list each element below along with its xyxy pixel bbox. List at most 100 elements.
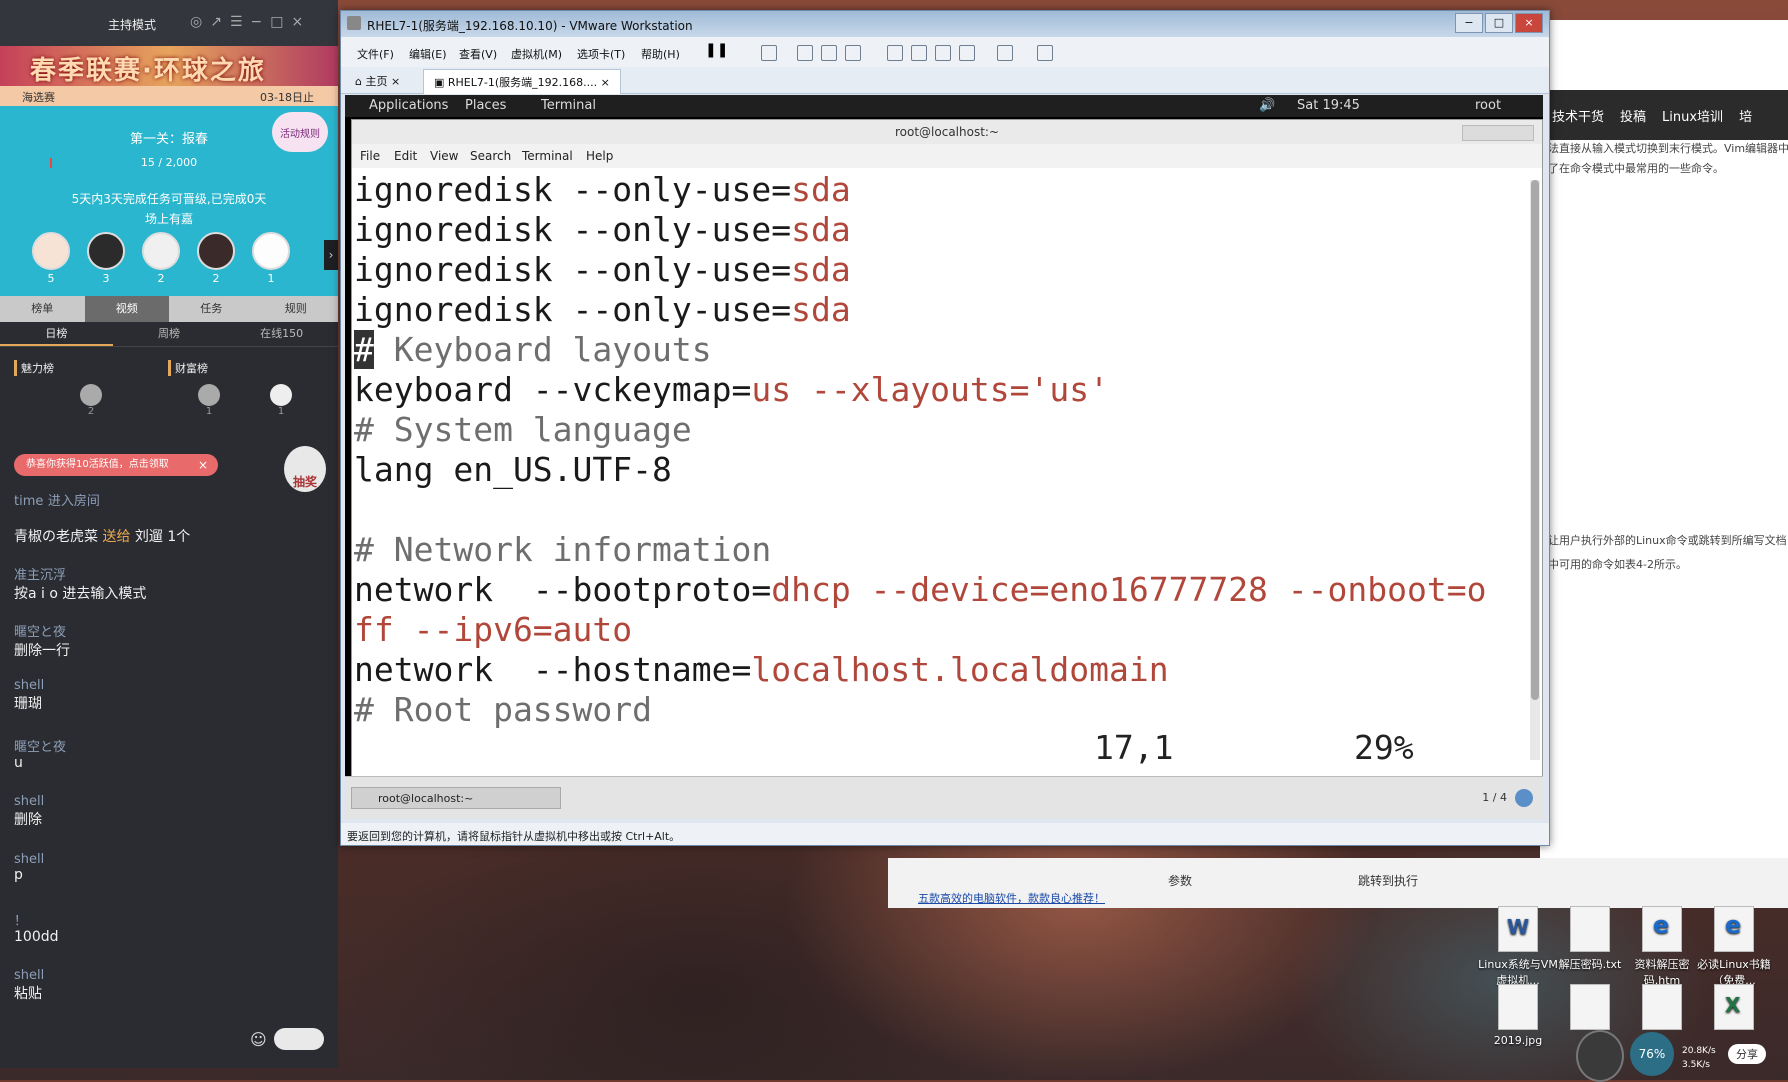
nav-item[interactable]: Linux培训 bbox=[1662, 106, 1723, 125]
tab-rules[interactable]: 规则 bbox=[254, 296, 339, 322]
stretch-icon[interactable] bbox=[1037, 45, 1053, 61]
emoji-icon[interactable]: ☺ bbox=[250, 1030, 267, 1049]
notification-icon[interactable] bbox=[1515, 789, 1533, 807]
lottery-button[interactable]: 抽奖 bbox=[284, 446, 326, 492]
guest-display[interactable]: Applications Places Terminal 🔊 Sat 19:45… bbox=[345, 95, 1543, 819]
term-menu-help[interactable]: Help bbox=[586, 149, 613, 163]
tab-online[interactable]: 在线150 bbox=[225, 322, 338, 346]
taskbar-terminal-item[interactable]: root@localhost:~ bbox=[351, 787, 561, 809]
fan-avatar[interactable]: 2 bbox=[197, 232, 235, 285]
window-controls[interactable]: ◎↗☰−□× bbox=[190, 14, 311, 30]
terminal-titlebar: root@localhost:~ bbox=[352, 120, 1542, 145]
term-menu-terminal[interactable]: Terminal bbox=[522, 149, 573, 163]
snapshot-manager-icon[interactable] bbox=[845, 45, 861, 61]
console-icon[interactable] bbox=[997, 45, 1013, 61]
cpu-usage-badge[interactable]: 76% bbox=[1630, 1032, 1674, 1076]
revert-snapshot-icon[interactable] bbox=[821, 45, 837, 61]
nav-item[interactable]: 投稿 bbox=[1620, 106, 1646, 125]
clock[interactable]: Sat 19:45 bbox=[1297, 98, 1360, 113]
terminal-body[interactable]: ignoredisk --only-use=sda ignoredisk --o… bbox=[352, 168, 1526, 776]
chevron-right-icon[interactable]: › bbox=[324, 240, 338, 270]
desktop-icon-jpg[interactable]: 2019.jpg bbox=[1478, 984, 1558, 1047]
event-rules-sticker[interactable]: 活动规则 bbox=[272, 112, 328, 152]
nav-item[interactable]: 技术干货 bbox=[1552, 106, 1604, 125]
vmware-titlebar: RHEL7-1(服务端_192.168.10.10) - VMware Work… bbox=[341, 11, 1549, 37]
term-menu-file[interactable]: File bbox=[360, 149, 380, 163]
chat-message: shell 删除 bbox=[14, 794, 45, 828]
chat-message: ！ 100dd bbox=[14, 914, 59, 945]
term-menu-search[interactable]: Search bbox=[470, 149, 511, 163]
thumbnail-view-icon[interactable] bbox=[911, 45, 927, 61]
desktop-icon-htm-2[interactable]: 必读Linux书籍（免费... bbox=[1694, 906, 1774, 988]
guest-taskbar: root@localhost:~ 1 / 4 bbox=[345, 776, 1543, 819]
pause-icon[interactable]: ❚❚ bbox=[705, 42, 728, 58]
nav-item[interactable]: 培 bbox=[1739, 106, 1752, 125]
edge-file-icon bbox=[1642, 906, 1682, 952]
fan-avatar[interactable]: 5 bbox=[32, 232, 70, 285]
tab-daily[interactable]: 日榜 bbox=[0, 322, 113, 346]
rank-avatar[interactable]: 1 bbox=[198, 384, 220, 417]
applications-menu[interactable]: Applications bbox=[369, 98, 448, 113]
editor-line: # Keyboard layouts bbox=[354, 330, 712, 369]
tab-ranking[interactable]: 榜单 bbox=[0, 296, 85, 322]
desktop-icon-file-2[interactable] bbox=[1622, 984, 1702, 1034]
system-tray: 76% 20.8K/s 3.5K/s 分享 bbox=[1560, 1030, 1788, 1082]
gift-reward-notice[interactable]: 恭喜你获得10活跃值，点击领取 × bbox=[14, 454, 218, 476]
workspace-indicator[interactable]: 1 / 4 bbox=[1482, 791, 1507, 804]
unity-icon[interactable] bbox=[959, 45, 975, 61]
tab-vm[interactable]: ▣ RHEL7-1(服务端_192.168.... × bbox=[423, 69, 621, 94]
banner-title: 春季联赛·环球之旅 bbox=[30, 56, 266, 86]
close-icon[interactable]: × bbox=[198, 454, 208, 476]
send-keys-icon[interactable] bbox=[761, 45, 777, 61]
window-controls: − □ × bbox=[1455, 13, 1543, 33]
menu-edit[interactable]: 编辑(E) bbox=[409, 46, 447, 62]
menu-tabs[interactable]: 选项卡(T) bbox=[577, 46, 625, 62]
share-button[interactable]: 分享 bbox=[1728, 1044, 1766, 1064]
term-menu-view[interactable]: View bbox=[430, 149, 458, 163]
fan-avatar[interactable]: 3 bbox=[87, 232, 125, 285]
avatar bbox=[80, 384, 102, 406]
terminal-window-controls[interactable] bbox=[1462, 125, 1534, 141]
chat-message: 青椒の老虎菜 送给 刘遛 1个 bbox=[14, 529, 191, 545]
tab-home[interactable]: ⌂ 主页 × bbox=[355, 73, 400, 89]
menu-vm[interactable]: 虚拟机(M) bbox=[511, 46, 562, 62]
chat-message: 暱空と夜 u bbox=[14, 740, 67, 771]
terminal-title: root@localhost:~ bbox=[894, 125, 1000, 139]
text-cursor: # bbox=[354, 330, 374, 369]
tab-video[interactable]: 视频 bbox=[84, 296, 169, 322]
download-speed: 3.5K/s bbox=[1682, 1060, 1710, 1070]
vmware-tabbar: ⌂ 主页 × ▣ RHEL7-1(服务端_192.168.... × bbox=[341, 67, 1549, 94]
fan-avatar[interactable]: 1 bbox=[252, 232, 290, 285]
volume-icon[interactable]: 🔊 bbox=[1259, 98, 1275, 113]
menu-file[interactable]: 文件(F) bbox=[357, 46, 394, 62]
desktop-icon-htm[interactable]: 资料解压密码.htm bbox=[1622, 906, 1702, 988]
send-button[interactable] bbox=[274, 1028, 324, 1050]
scrollbar-thumb[interactable] bbox=[1531, 180, 1539, 700]
desktop-icon-excel[interactable] bbox=[1694, 984, 1774, 1034]
terminal-app-menu[interactable]: Terminal bbox=[541, 98, 596, 113]
snapshot-icon[interactable] bbox=[797, 45, 813, 61]
desktop-icon-word[interactable]: Linux系统与VM虚拟机... bbox=[1478, 906, 1558, 988]
rank-avatar[interactable]: 1 bbox=[270, 384, 292, 417]
minimize-button[interactable]: − bbox=[1455, 13, 1483, 33]
maximize-button[interactable]: □ bbox=[1485, 13, 1513, 33]
terminal-scrollbar[interactable] bbox=[1530, 180, 1540, 760]
close-button[interactable]: × bbox=[1515, 13, 1543, 33]
menu-help[interactable]: 帮助(H) bbox=[641, 46, 680, 62]
fullscreen-icon[interactable] bbox=[935, 45, 951, 61]
rank-avatar[interactable]: 2 bbox=[80, 384, 102, 417]
host-mode-label[interactable]: 主持模式 bbox=[108, 16, 156, 33]
avatar bbox=[32, 232, 70, 270]
fan-avatar[interactable]: 2 bbox=[142, 232, 180, 285]
library-view-icon[interactable] bbox=[887, 45, 903, 61]
tab-weekly[interactable]: 周榜 bbox=[113, 322, 226, 346]
tab-tasks[interactable]: 任务 bbox=[169, 296, 254, 322]
menu-view[interactable]: 查看(V) bbox=[459, 46, 497, 62]
desktop-icon-txt[interactable]: 解压密码.txt bbox=[1550, 906, 1630, 972]
webpage-link[interactable]: 五款高效的电脑软件，款款良心推荐！ bbox=[918, 890, 1105, 906]
mission-progress: 15 / 2,000 bbox=[140, 156, 198, 169]
term-menu-edit[interactable]: Edit bbox=[394, 149, 417, 163]
places-menu[interactable]: Places bbox=[465, 98, 506, 113]
webpage-text: 让用户执行外部的Linux命令或跳转到所编写文档 bbox=[1548, 534, 1787, 547]
user-menu[interactable]: root bbox=[1475, 98, 1501, 113]
